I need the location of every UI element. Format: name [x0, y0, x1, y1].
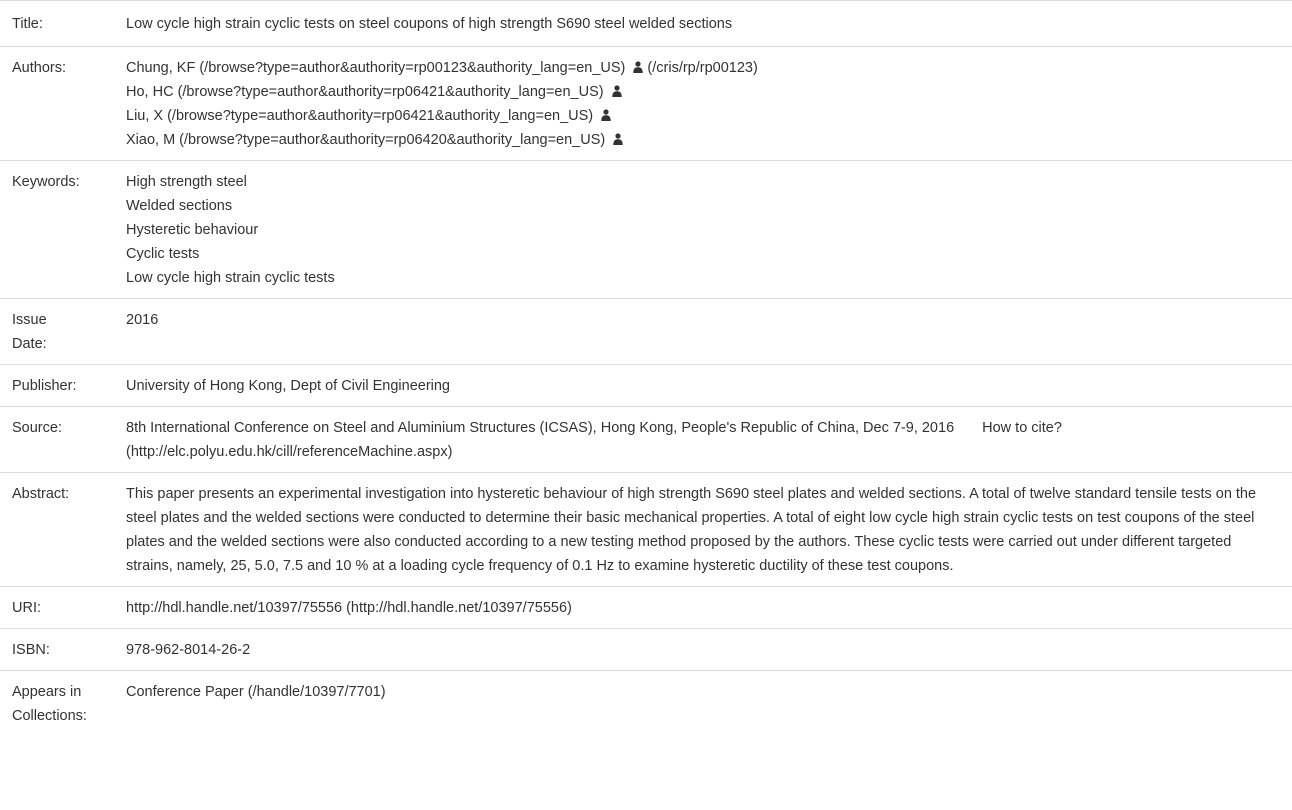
keyword-item: High strength steel — [126, 174, 247, 190]
publisher-label: Publisher: — [12, 378, 77, 394]
keyword-item: Welded sections — [126, 198, 233, 214]
author-item: Ho, HC (/browse?type=author&authority=rp… — [126, 80, 1278, 104]
keywords-list: High strength steel Welded sections Hyst… — [118, 161, 1292, 299]
author-profile-link[interactable]: (/cris/rp/rp00123) — [647, 60, 757, 76]
user-icon[interactable] — [613, 133, 623, 145]
abstract-label: Abstract: — [12, 486, 70, 502]
keywords-row: Keywords: High strength steel Welded sec… — [0, 160, 1292, 299]
author-item: Chung, KF (/browse?type=author&authority… — [126, 56, 1278, 80]
uri-label: URI: — [12, 600, 41, 616]
user-icon[interactable] — [633, 61, 644, 73]
collections-row: Appears in Collections: Conference Paper… — [0, 670, 1292, 737]
user-icon[interactable] — [611, 85, 622, 97]
uri-row: URI: http://hdl.handle.net/10397/75556 (… — [0, 586, 1292, 629]
publisher-row: Publisher: University of Hong Kong, Dept… — [0, 364, 1292, 407]
author-link[interactable]: Liu, X (/browse?type=author&authority=rp… — [126, 108, 593, 124]
keyword-item: Low cycle high strain cyclic tests — [126, 270, 335, 286]
author-link[interactable]: Ho, HC (/browse?type=author&authority=rp… — [126, 84, 604, 100]
issue-date-value: 2016 — [126, 312, 159, 328]
author-link[interactable]: Xiao, M (/browse?type=author&authority=r… — [126, 132, 605, 148]
issue-date-row: Issue Date: 2016 — [0, 298, 1292, 365]
keyword-item: Cyclic tests — [126, 246, 200, 262]
user-icon[interactable] — [601, 109, 611, 121]
author-link[interactable]: Chung, KF (/browse?type=author&authority… — [126, 60, 625, 76]
keywords-label: Keywords: — [12, 174, 80, 190]
source-line: 8th International Conference on Steel an… — [126, 416, 1278, 440]
collections-label-line: Collections: — [12, 708, 87, 724]
issue-date-label-line: Date: — [12, 336, 47, 352]
authors-list: Chung, KF (/browse?type=author&authority… — [118, 47, 1292, 161]
source-label: Source: — [12, 420, 62, 436]
title-row: Title: Low cycle high strain cyclic test… — [0, 0, 1292, 47]
collections-label-line: Appears in — [12, 684, 82, 700]
source-text: 8th International Conference on Steel an… — [126, 420, 955, 436]
collections-link[interactable]: Conference Paper (/handle/10397/7701) — [118, 671, 1292, 737]
author-item: Xiao, M (/browse?type=author&authority=r… — [126, 128, 1278, 152]
isbn-row: ISBN: 978-962-8014-26-2 — [0, 628, 1292, 671]
item-record-table: Title: Low cycle high strain cyclic test… — [0, 0, 1292, 736]
authors-label: Authors: — [12, 60, 66, 76]
how-to-cite-url[interactable]: (http://elc.polyu.edu.hk/cill/referenceM… — [126, 440, 1278, 464]
how-to-cite-link[interactable]: How to cite? — [982, 420, 1062, 436]
publisher-value: University of Hong Kong, Dept of Civil E… — [126, 378, 450, 394]
keyword-item: Hysteretic behaviour — [126, 222, 259, 238]
collections-label: Appears in Collections: — [0, 671, 118, 737]
issue-date-label-line: Issue — [12, 312, 47, 328]
author-item: Liu, X (/browse?type=author&authority=rp… — [126, 104, 1278, 128]
title-value: Low cycle high strain cyclic tests on st… — [126, 16, 733, 32]
source-value: 8th International Conference on Steel an… — [118, 407, 1292, 473]
source-row: Source: 8th International Conference on … — [0, 406, 1292, 473]
isbn-value: 978-962-8014-26-2 — [126, 642, 251, 658]
authors-row: Authors: Chung, KF (/browse?type=author&… — [0, 46, 1292, 161]
title-label: Title: — [12, 16, 43, 32]
uri-link[interactable]: http://hdl.handle.net/10397/75556 (http:… — [118, 587, 1292, 629]
abstract-row: Abstract: This paper presents an experim… — [0, 472, 1292, 587]
issue-date-label: Issue Date: — [0, 299, 118, 365]
isbn-label: ISBN: — [12, 642, 50, 658]
abstract-value: This paper presents an experimental inve… — [126, 486, 1257, 574]
